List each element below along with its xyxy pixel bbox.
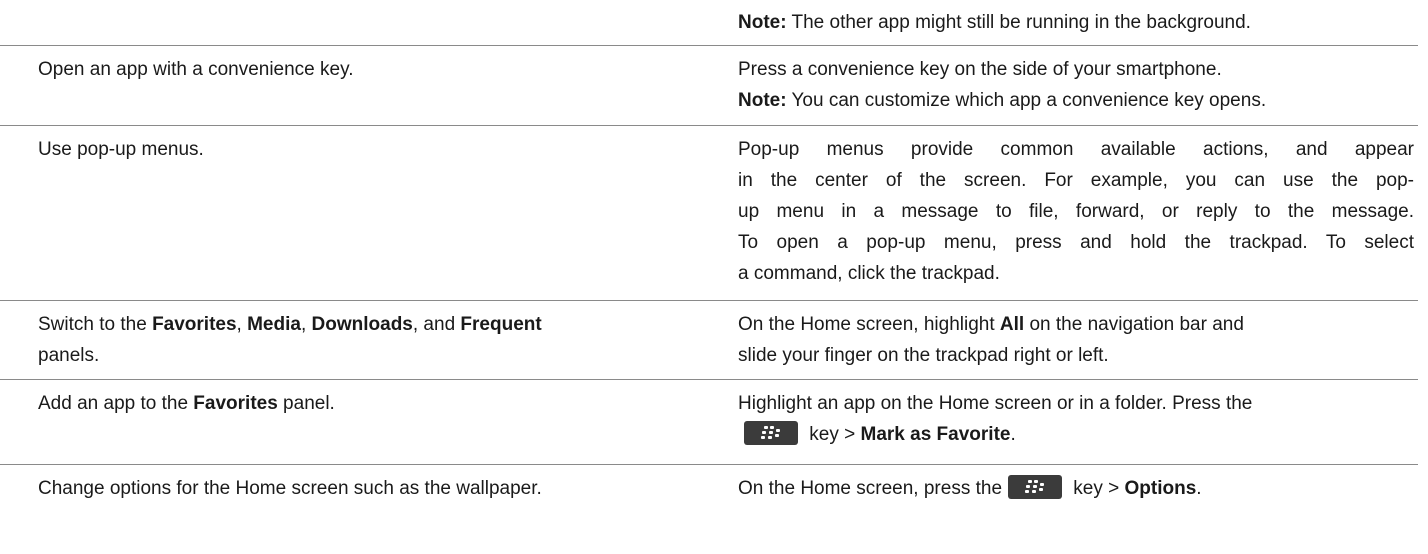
separator-text: , bbox=[300, 314, 312, 335]
description-text: on the navigation bar and bbox=[1024, 314, 1244, 335]
description-text: . bbox=[1010, 424, 1016, 445]
favorites-label: Favorites bbox=[193, 393, 278, 414]
task-cell: Change options for the Home screen such … bbox=[0, 465, 730, 525]
description-line: slide your finger on the trackpad right … bbox=[738, 345, 1109, 366]
task-text: Open an app with a convenience key. bbox=[38, 59, 354, 80]
favorites-label: Favorites bbox=[152, 314, 237, 335]
note-line: Note: The other app might still be runni… bbox=[738, 7, 1414, 38]
table-row: Change options for the Home screen such … bbox=[0, 465, 1418, 525]
task-text: Use pop-up menus. bbox=[38, 139, 204, 160]
task-cell: Use pop-up menus. bbox=[0, 126, 730, 300]
task-text: Switch to the bbox=[38, 314, 153, 335]
downloads-label: Downloads bbox=[311, 314, 413, 335]
description-line: Pop-up menus provide common available ac… bbox=[738, 139, 1414, 160]
description-text: On the Home screen, press the bbox=[738, 478, 1003, 499]
separator-text: , and bbox=[412, 314, 461, 335]
description-cell: On the Home screen, press the key > Opti… bbox=[730, 465, 1418, 525]
description-line: On the Home screen, press the key > Opti… bbox=[738, 473, 1414, 504]
note-text: The other app might still be running in … bbox=[786, 12, 1251, 33]
task-line: Add an app to the Favorites panel. bbox=[38, 388, 730, 419]
task-cell: Add an app to the Favorites panel. bbox=[0, 380, 730, 464]
description-cell: Press a convenience key on the side of y… bbox=[730, 46, 1418, 125]
description-cell: Highlight an app on the Home screen or i… bbox=[730, 380, 1418, 464]
table-row: Switch to the Favorites, Media, Download… bbox=[0, 301, 1418, 380]
description-line: a command, click the trackpad. bbox=[738, 263, 1000, 284]
note-line: Note: You can customize which app a conv… bbox=[738, 85, 1414, 116]
task-cell: Switch to the Favorites, Media, Download… bbox=[0, 301, 730, 379]
note-text: You can customize which app a convenienc… bbox=[786, 90, 1267, 111]
mark-as-favorite-label: Mark as Favorite bbox=[860, 424, 1011, 445]
description-text: On the Home screen, highlight bbox=[738, 314, 1000, 335]
description-line: On the Home screen, highlight All on the… bbox=[738, 309, 1414, 340]
blackberry-menu-key-icon bbox=[744, 420, 798, 445]
description-text: . bbox=[1196, 478, 1202, 499]
description-text: key > bbox=[804, 424, 861, 445]
description-line: up menu in a message to file, forward, o… bbox=[738, 201, 1414, 222]
separator-text: , bbox=[236, 314, 248, 335]
description-cell: Note: The other app might still be runni… bbox=[730, 0, 1418, 45]
blackberry-menu-key-icon bbox=[1008, 474, 1063, 499]
task-text: Add an app to the bbox=[38, 393, 194, 414]
description-line: To open a pop-up menu, press and hold th… bbox=[738, 232, 1414, 253]
note-label: Note: bbox=[738, 90, 787, 111]
description-text: Press a convenience key on the side of y… bbox=[738, 59, 1222, 80]
table-row: Note: The other app might still be runni… bbox=[0, 0, 1418, 46]
task-cell bbox=[0, 0, 730, 45]
all-label: All bbox=[999, 314, 1025, 335]
task-cell: Open an app with a convenience key. bbox=[0, 46, 730, 125]
document-table: Note: The other app might still be runni… bbox=[0, 0, 1418, 525]
table-row: Use pop-up menus. Pop-up menus provide c… bbox=[0, 126, 1418, 301]
task-line: panels. bbox=[38, 345, 100, 366]
description-line: in the center of the screen. For example… bbox=[738, 170, 1414, 191]
description-text: key > bbox=[1068, 478, 1125, 499]
description-cell: On the Home screen, highlight All on the… bbox=[730, 301, 1418, 379]
table-row: Add an app to the Favorites panel. Highl… bbox=[0, 380, 1418, 465]
task-text: panel. bbox=[277, 393, 335, 414]
table-row: Open an app with a convenience key. Pres… bbox=[0, 46, 1418, 126]
task-line: Switch to the Favorites, Media, Download… bbox=[38, 309, 730, 340]
media-label: Media bbox=[247, 314, 301, 335]
note-label: Note: bbox=[738, 12, 787, 33]
task-text: Change options for the Home screen such … bbox=[38, 478, 542, 499]
description-cell: Pop-up menus provide common available ac… bbox=[730, 126, 1418, 300]
description-line: Highlight an app on the Home screen or i… bbox=[738, 393, 1253, 414]
frequent-label: Frequent bbox=[460, 314, 542, 335]
description-line: key > Mark as Favorite. bbox=[738, 419, 1414, 450]
options-label: Options bbox=[1124, 478, 1197, 499]
